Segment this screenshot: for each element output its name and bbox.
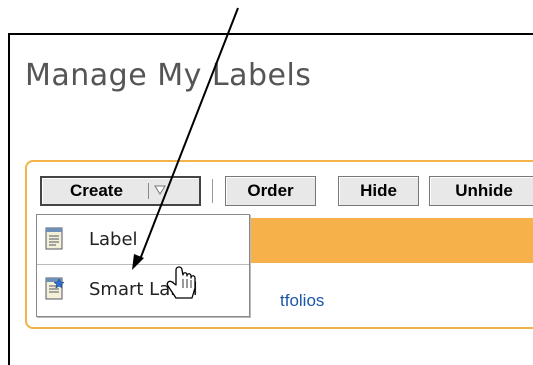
create-button-label: Create xyxy=(70,181,123,200)
label-document-icon xyxy=(45,227,63,250)
hide-button[interactable]: Hide xyxy=(338,176,419,206)
menu-item-label-text: Label xyxy=(89,228,138,250)
unhide-button-label: Unhide xyxy=(455,181,513,200)
create-dropdown-menu: Label Smart Label xyxy=(36,214,250,317)
chevron-down-icon xyxy=(154,185,166,195)
hide-button-label: Hide xyxy=(360,181,397,200)
menu-item-label[interactable]: Label xyxy=(37,215,249,263)
smart-label-document-icon xyxy=(45,277,65,300)
list-header-bar xyxy=(240,218,533,263)
page-title: Manage My Labels xyxy=(25,58,312,93)
portfolios-link[interactable]: tfolios xyxy=(280,291,324,311)
toolbar-separator xyxy=(212,179,213,203)
order-button[interactable]: Order xyxy=(225,176,316,206)
menu-item-smart-label[interactable]: Smart Label xyxy=(37,265,249,313)
create-dropdown-toggle[interactable] xyxy=(148,183,171,199)
create-button[interactable]: Create xyxy=(40,176,201,206)
order-button-label: Order xyxy=(247,181,294,200)
unhide-button[interactable]: Unhide xyxy=(429,176,533,206)
menu-item-smart-label-text: Smart Label xyxy=(89,278,198,300)
